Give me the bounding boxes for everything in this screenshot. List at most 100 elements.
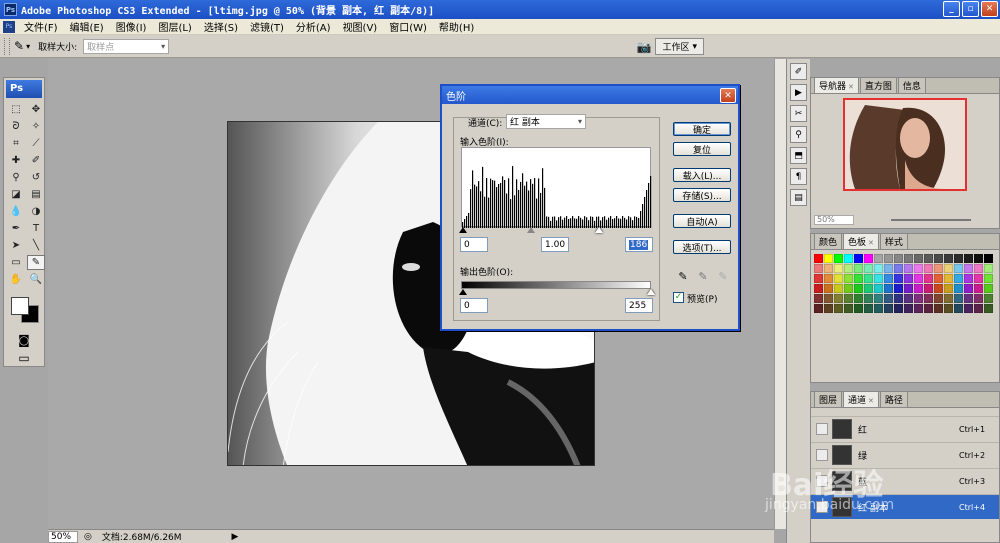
- swatch[interactable]: [834, 264, 843, 273]
- swatch[interactable]: [874, 254, 883, 263]
- swatch[interactable]: [934, 264, 943, 273]
- swatch[interactable]: [944, 254, 953, 263]
- swatch[interactable]: [864, 284, 873, 293]
- swatch[interactable]: [974, 294, 983, 303]
- swatch[interactable]: [964, 284, 973, 293]
- status-menu-arrow-icon[interactable]: ▶: [232, 532, 239, 542]
- swatch[interactable]: [854, 254, 863, 263]
- swatch[interactable]: [954, 264, 963, 273]
- tab-info[interactable]: 信息: [897, 77, 926, 93]
- menu-image[interactable]: 图像(I): [110, 19, 153, 34]
- channel-select[interactable]: 红 副本 ▾: [506, 114, 586, 129]
- menu-edit[interactable]: 编辑(E): [64, 19, 110, 34]
- slice-tool-icon[interactable]: ⟋: [27, 136, 45, 151]
- pen-tool-icon[interactable]: ✒: [7, 221, 25, 236]
- path-select-icon[interactable]: ➤: [7, 238, 25, 253]
- swatch[interactable]: [854, 264, 863, 273]
- menu-layer[interactable]: 图层(L): [152, 19, 197, 34]
- marquee-tool-icon[interactable]: ⬚: [7, 102, 25, 117]
- swatch[interactable]: [924, 304, 933, 313]
- minimize-button[interactable]: _: [943, 1, 960, 17]
- workspace-camera-icon[interactable]: 📷: [637, 40, 652, 54]
- brush-tool-icon[interactable]: ✐: [27, 153, 45, 168]
- swatch[interactable]: [884, 254, 893, 263]
- status-icon[interactable]: ◎: [84, 532, 92, 542]
- navigator-zoom-slider[interactable]: [891, 219, 971, 221]
- hand-tool-icon[interactable]: ✋: [7, 272, 25, 287]
- swatch[interactable]: [854, 304, 863, 313]
- paragraph-icon[interactable]: ¶: [790, 168, 807, 185]
- swatch[interactable]: [954, 284, 963, 293]
- load-button[interactable]: 载入(L)...: [673, 168, 731, 182]
- swatch[interactable]: [884, 264, 893, 273]
- output-white-field[interactable]: 255: [625, 298, 653, 313]
- menu-view[interactable]: 视图(V): [337, 19, 384, 34]
- close-window-button[interactable]: ✕: [981, 1, 998, 17]
- swatch[interactable]: [954, 294, 963, 303]
- color-swatches[interactable]: [7, 293, 41, 329]
- maximize-button[interactable]: ▫: [962, 1, 979, 17]
- menu-file[interactable]: 文件(F): [18, 19, 64, 34]
- swatch[interactable]: [814, 274, 823, 283]
- swatch[interactable]: [984, 274, 993, 283]
- stamp-tool-icon[interactable]: ⚲: [7, 170, 25, 185]
- swatch[interactable]: [894, 304, 903, 313]
- visibility-toggle[interactable]: [816, 423, 828, 435]
- swatch[interactable]: [924, 284, 933, 293]
- quick-mask-icon[interactable]: ◙: [4, 333, 44, 347]
- menu-analysis[interactable]: 分析(A): [290, 19, 337, 34]
- swatch[interactable]: [824, 264, 833, 273]
- navigator-thumbnail[interactable]: [843, 98, 967, 191]
- swatch[interactable]: [944, 274, 953, 283]
- swatch[interactable]: [924, 294, 933, 303]
- swatch[interactable]: [984, 284, 993, 293]
- auto-button[interactable]: 自动(A): [673, 214, 731, 228]
- swatch[interactable]: [894, 294, 903, 303]
- tool-preset-arrow-icon[interactable]: ▾: [26, 42, 30, 51]
- tab-channels[interactable]: 通道 ✕: [843, 391, 879, 407]
- swatch[interactable]: [844, 254, 853, 263]
- swatch[interactable]: [914, 294, 923, 303]
- swatch[interactable]: [884, 274, 893, 283]
- swatch[interactable]: [984, 304, 993, 313]
- swatch[interactable]: [924, 254, 933, 263]
- tab-swatches[interactable]: 色板 ✕: [843, 233, 879, 249]
- healing-brush-icon[interactable]: ✚: [7, 153, 25, 168]
- swatch[interactable]: [904, 274, 913, 283]
- eyedropper-tool-icon[interactable]: ✎: [14, 39, 24, 53]
- swatch[interactable]: [844, 274, 853, 283]
- gray-eyedropper-icon[interactable]: ✎: [696, 269, 710, 283]
- channel-row-red-copy[interactable]: 红 副本 Ctrl+4: [811, 494, 999, 519]
- foreground-color[interactable]: [11, 297, 29, 315]
- swatch[interactable]: [854, 274, 863, 283]
- swatch[interactable]: [944, 294, 953, 303]
- swatch[interactable]: [954, 254, 963, 263]
- input-gamma-field[interactable]: 1.00: [541, 237, 569, 252]
- swatch[interactable]: [864, 304, 873, 313]
- notes-panel-icon[interactable]: ▤: [790, 189, 807, 206]
- tab-styles[interactable]: 样式: [879, 233, 908, 249]
- swatch[interactable]: [904, 294, 913, 303]
- swatch[interactable]: [874, 264, 883, 273]
- swatch[interactable]: [834, 274, 843, 283]
- visibility-toggle[interactable]: [816, 475, 828, 487]
- swatch[interactable]: [934, 284, 943, 293]
- history-brush-icon[interactable]: ↺: [27, 170, 45, 185]
- tab-color[interactable]: 颜色: [814, 233, 843, 249]
- workspace-button[interactable]: 工作区 ▾: [655, 38, 704, 55]
- swatch[interactable]: [844, 294, 853, 303]
- swatch[interactable]: [934, 254, 943, 263]
- layer-comps-icon[interactable]: ⬒: [790, 147, 807, 164]
- swatch[interactable]: [814, 284, 823, 293]
- swatch[interactable]: [974, 304, 983, 313]
- swatch[interactable]: [874, 304, 883, 313]
- input-white-slider[interactable]: [595, 227, 603, 233]
- swatch[interactable]: [914, 274, 923, 283]
- preview-checkbox[interactable]: ✓: [673, 292, 684, 303]
- zoom-tool-icon[interactable]: 🔍: [27, 272, 45, 287]
- swatch[interactable]: [884, 284, 893, 293]
- tools-preset-icon[interactable]: ✂: [790, 105, 807, 122]
- swatch[interactable]: [864, 294, 873, 303]
- vertical-scrollbar[interactable]: [774, 59, 786, 529]
- swatch[interactable]: [844, 284, 853, 293]
